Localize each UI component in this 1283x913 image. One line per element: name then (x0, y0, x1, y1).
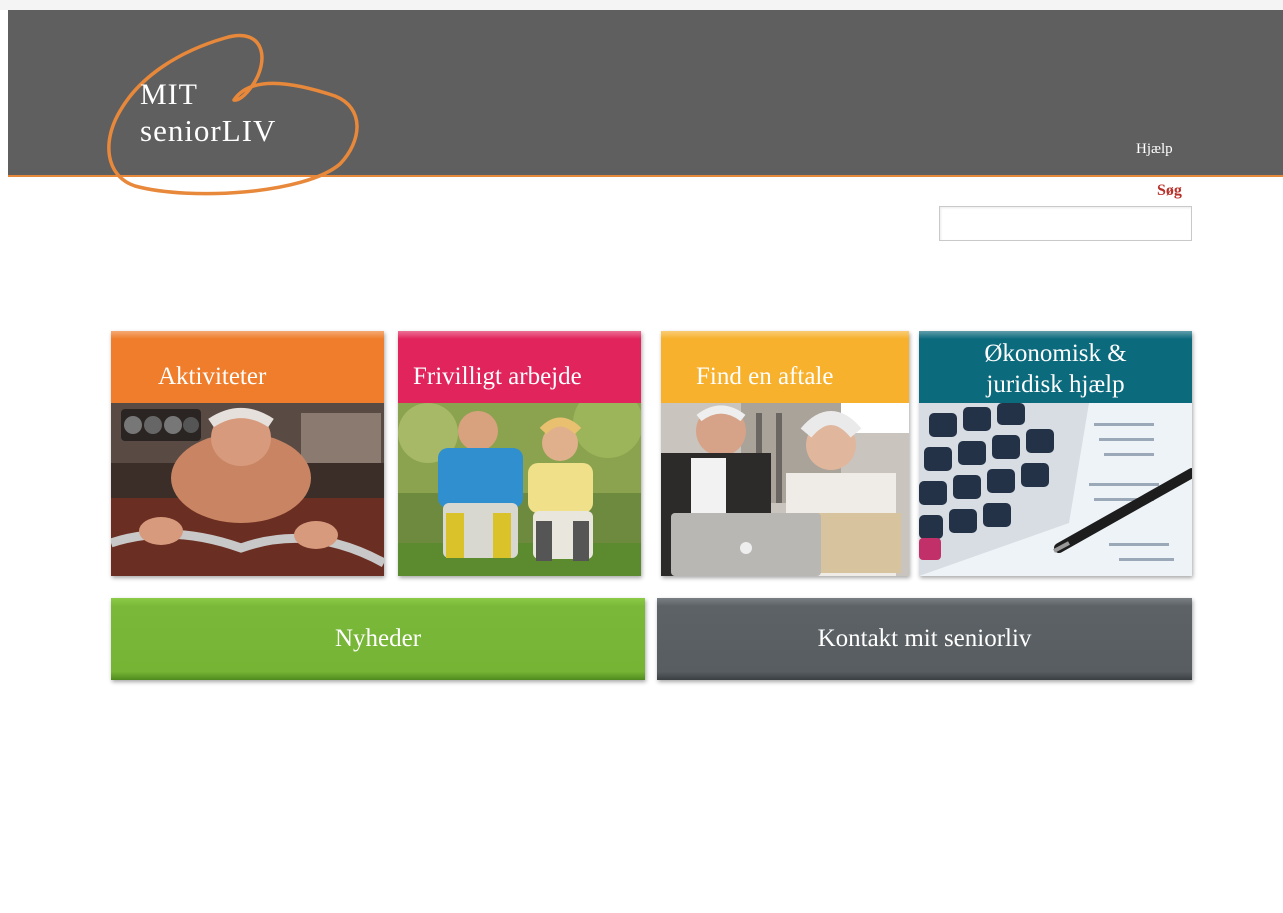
tile-find-en-aftale[interactable]: Find en aftale (661, 331, 909, 576)
senior-couple-stretching-photo (398, 403, 641, 576)
news-button[interactable]: Nyheder (111, 598, 645, 680)
site-logo[interactable]: MIT seniorLIV (100, 26, 370, 198)
news-button-label: Nyheder (334, 625, 422, 652)
tile-aktiviteter-label: Aktiviteter (158, 363, 267, 390)
top-strip (0, 0, 1283, 10)
tile-find-label: Find en aftale (696, 363, 834, 390)
tile-aktiviteter[interactable]: Aktiviteter (111, 331, 384, 576)
tile-okonomisk-header: Økonomisk & juridisk hjælp (919, 331, 1192, 403)
tile-find-header: Find en aftale (661, 331, 909, 403)
tile-okonomisk-juridisk[interactable]: Økonomisk & juridisk hjælp (919, 331, 1192, 576)
help-link[interactable]: Hjælp (1136, 141, 1173, 158)
tile-frivilligt-label: Frivilligt arbejde (413, 363, 582, 390)
tile-okonomisk-label-line2: juridisk hjælp (986, 371, 1125, 398)
senior-woman-fitness-photo (111, 403, 384, 576)
tile-frivilligt-header: Frivilligt arbejde (398, 331, 641, 403)
contact-button-label: Kontakt mit seniorliv (817, 625, 1032, 652)
search-label: Søg (1157, 182, 1182, 199)
heart-outline-icon (107, 34, 359, 196)
calculator-pen-photo (919, 403, 1192, 576)
tile-aktiviteter-header: Aktiviteter (111, 331, 384, 403)
tile-okonomisk-label-line1: Økonomisk & (984, 339, 1127, 367)
logo-text-seniorliv: seniorLIV (140, 113, 277, 148)
senior-couple-laptop-photo (661, 403, 909, 576)
contact-button[interactable]: Kontakt mit seniorliv (657, 598, 1192, 680)
search-input[interactable] (939, 206, 1192, 241)
logo-text-mit: MIT (140, 78, 198, 111)
tile-frivilligt-arbejde[interactable]: Frivilligt arbejde (398, 331, 641, 576)
